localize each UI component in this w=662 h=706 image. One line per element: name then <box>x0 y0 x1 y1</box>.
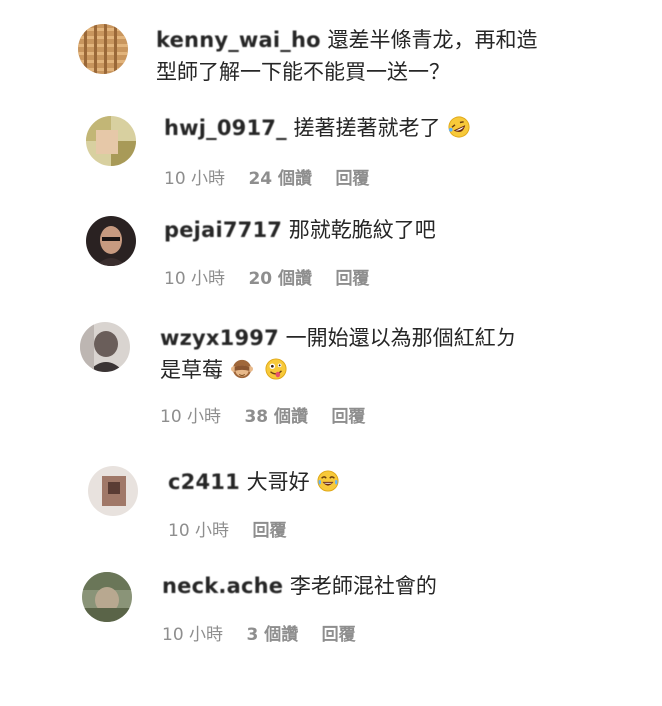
username-link[interactable]: hwj_0917_ <box>164 116 287 140</box>
reply-button[interactable]: 回覆 <box>331 407 365 427</box>
avatar[interactable] <box>86 216 136 266</box>
avatar[interactable] <box>82 572 132 622</box>
comment-text-line2: 型師了解一下能不能買一送一？ <box>156 56 450 88</box>
avatar[interactable] <box>78 24 128 74</box>
comment-text: pejai7717 那就乾脆紋了吧 <box>164 214 436 246</box>
likes-count[interactable]: 3 個讚 <box>246 625 298 645</box>
username-link[interactable]: neck.ache <box>162 574 283 598</box>
comment-text-line2: 是草莓 <box>160 354 287 386</box>
comment-meta: 10 小時 20 個讚 回覆 <box>164 268 387 290</box>
comment-body: 型師了解一下能不能買一送一？ <box>156 60 450 84</box>
timestamp[interactable]: 10 小時 <box>164 169 225 189</box>
comment-text: wzyx1997 一開始還以為那個紅紅ㄉ <box>160 322 517 354</box>
see-no-evil-monkey-icon <box>230 359 253 379</box>
comment-meta: 10 小時 38 個讚 回覆 <box>160 406 383 428</box>
username-link[interactable]: wzyx1997 <box>160 326 279 350</box>
zany-face-icon <box>265 358 287 380</box>
comment-meta: 10 小時 回覆 <box>168 520 304 542</box>
username-link[interactable]: c2411 <box>168 470 240 494</box>
likes-count[interactable]: 38 個讚 <box>244 407 308 427</box>
comment-body: 還差半條青龙，再和造 <box>327 28 538 52</box>
comment-meta: 10 小時 3 個讚 回覆 <box>162 624 374 646</box>
comment-text: neck.ache 李老師混社會的 <box>162 570 437 602</box>
username-link[interactable]: kenny_wai_ho <box>156 28 321 52</box>
reply-button[interactable]: 回覆 <box>252 521 286 541</box>
comment-meta: 10 小時 24 個讚 回覆 <box>164 168 387 190</box>
comment-body: 李老師混社會的 <box>289 574 437 598</box>
username-link[interactable]: pejai7717 <box>164 218 282 242</box>
avatar-image <box>78 24 128 74</box>
likes-count[interactable]: 20 個讚 <box>248 269 312 289</box>
avatar[interactable] <box>88 466 138 516</box>
comment-body: 搓著搓著就老了 <box>293 116 441 140</box>
comment-text: kenny_wai_ho 還差半條青龙，再和造 <box>156 24 537 56</box>
avatar[interactable] <box>86 116 136 166</box>
comment-text: hwj_0917_ 搓著搓著就老了 <box>164 112 470 144</box>
avatar[interactable] <box>80 322 130 372</box>
reply-button[interactable]: 回覆 <box>322 625 356 645</box>
avatar-image <box>86 116 136 166</box>
comment-body: 是草莓 <box>160 358 223 382</box>
comment-body: 那就乾脆紋了吧 <box>288 218 436 242</box>
tears-of-joy-icon <box>317 470 339 492</box>
rofl-emoji-icon <box>448 116 470 138</box>
likes-count[interactable]: 24 個讚 <box>248 169 312 189</box>
timestamp[interactable]: 10 小時 <box>160 407 221 427</box>
comment-body: 大哥好 <box>246 470 310 494</box>
comment-text: c2411 大哥好 <box>168 466 339 498</box>
reply-button[interactable]: 回覆 <box>335 169 369 189</box>
avatar-image <box>80 322 130 372</box>
timestamp[interactable]: 10 小時 <box>164 269 225 289</box>
comment-body: 一開始還以為那個紅紅ㄉ <box>285 326 517 350</box>
timestamp[interactable]: 10 小時 <box>168 521 229 541</box>
avatar-image <box>86 216 136 266</box>
reply-button[interactable]: 回覆 <box>335 269 369 289</box>
avatar-image <box>88 466 138 516</box>
timestamp[interactable]: 10 小時 <box>162 625 223 645</box>
avatar-image <box>82 572 132 622</box>
